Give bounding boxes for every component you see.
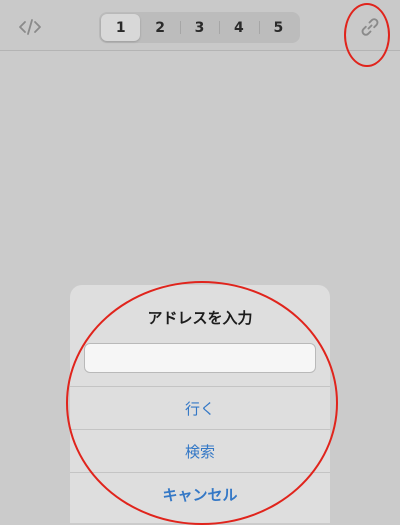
- tab-4[interactable]: 4: [219, 14, 258, 41]
- tab-1[interactable]: 1: [101, 14, 141, 41]
- address-dialog: アドレスを入力 行く 検索 キャンセル: [70, 285, 330, 523]
- cancel-button[interactable]: キャンセル: [70, 472, 330, 516]
- tab-3[interactable]: 3: [179, 14, 219, 41]
- address-input[interactable]: [84, 343, 316, 373]
- toolbar: 1 2 3 4 5: [0, 0, 400, 51]
- dialog-title: アドレスを入力: [147, 309, 253, 327]
- code-icon: [19, 19, 41, 35]
- page-tabs: 1 2 3 4 5: [99, 12, 300, 43]
- go-button[interactable]: 行く: [70, 386, 330, 430]
- link-button[interactable]: [355, 12, 385, 42]
- search-button[interactable]: 検索: [70, 429, 330, 473]
- tab-2[interactable]: 2: [140, 14, 179, 41]
- link-icon: [361, 18, 379, 36]
- code-button[interactable]: [17, 16, 43, 38]
- tab-5[interactable]: 5: [258, 14, 298, 41]
